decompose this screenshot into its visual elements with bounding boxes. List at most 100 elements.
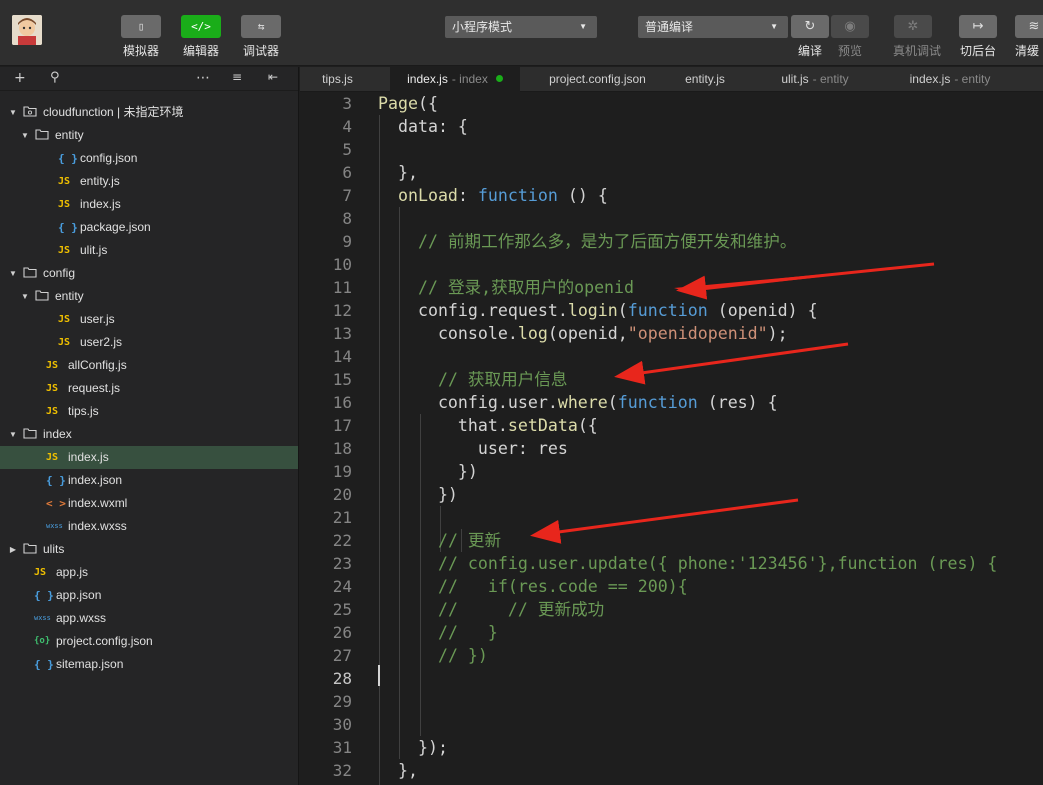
tab-project-config-json[interactable]: project.config.json — [525, 67, 670, 92]
cfg-file-icon: {o} — [34, 636, 51, 646]
tab-index-js[interactable]: index.js - index — [390, 67, 520, 92]
chevron-down-icon[interactable]: ▼ — [8, 262, 18, 285]
add-icon[interactable]: + — [14, 70, 26, 86]
code-line: // 前期工作那么多，是为了后面方便开发和维护。 — [417, 232, 797, 251]
tree-item[interactable]: JS allConfig.js — [0, 354, 298, 377]
compile-select[interactable]: 普通编译 ▼ — [638, 16, 788, 38]
tree-item-label: index — [43, 427, 72, 441]
code-editor[interactable]: 3 4 5 6 7 8 9 10 11 12 13 14 15 16 17 18 19 20 21 22 23 24 25 2… — [300, 92, 1043, 785]
code-line: that.setData({ — [378, 416, 598, 435]
more-icon[interactable]: ⋯ — [196, 70, 210, 86]
tree-item[interactable]: { } index.json — [0, 469, 298, 492]
clear-cache-label: 清缓 — [1015, 44, 1040, 58]
tree-item[interactable]: ▼ cloudfunction | 未指定环境 — [0, 101, 298, 124]
tree-item[interactable]: { } app.json — [0, 584, 298, 607]
exit-arrow-icon: ↦ — [959, 15, 997, 38]
remote-debug-button[interactable]: ✲ 真机调试 — [893, 15, 941, 59]
js-file-icon: JS — [58, 314, 71, 325]
tree-item[interactable]: JS user.js — [0, 308, 298, 331]
line-number: 6 — [342, 163, 352, 182]
tree-item[interactable]: ▼ entity — [0, 124, 298, 147]
compile-button[interactable]: ↻ 编译 — [790, 15, 830, 59]
code-line: // }) — [437, 646, 488, 665]
line-number: 31 — [332, 738, 352, 757]
outline-icon[interactable]: ≡ — [232, 70, 242, 84]
line-number: 3 — [342, 94, 352, 113]
tree-item-label: entity — [55, 128, 84, 142]
tree-item[interactable]: JS user2.js — [0, 331, 298, 354]
code-line: // 更新 — [437, 531, 502, 550]
tree-item-label: entity — [55, 289, 84, 303]
chevron-down-icon[interactable]: ▼ — [8, 101, 18, 124]
js-file-icon: JS — [58, 245, 71, 256]
tree-item[interactable]: { } package.json — [0, 216, 298, 239]
tab-label: ulit.js — [781, 72, 809, 86]
tree-item[interactable]: JS entity.js — [0, 170, 298, 193]
background-button[interactable]: ↦ 切后台 — [958, 15, 998, 59]
chevron-down-icon[interactable]: ▼ — [20, 285, 30, 308]
tab-ulit-js[interactable]: ulit.js - entity — [755, 67, 875, 92]
file-tree: ▼ cloudfunction | 未指定环境 ▼ entity { } config.j… — [0, 91, 298, 676]
tree-item[interactable]: ▼ config — [0, 262, 298, 285]
tree-item-label: sitemap.json — [56, 657, 124, 671]
tab-hint: - entity — [812, 72, 849, 86]
tree-item-label: entity.js — [80, 174, 120, 188]
debugger-button[interactable]: ⇆ 调试器 — [239, 15, 283, 59]
line-number: 13 — [332, 324, 352, 343]
preview-button[interactable]: ◉ 预览 — [830, 15, 870, 59]
search-icon[interactable]: ⚲ — [50, 70, 60, 85]
eye-icon: ◉ — [831, 15, 869, 38]
collapse-icon[interactable]: ⇤ — [268, 70, 278, 84]
tree-item[interactable]: {o} project.config.json — [0, 630, 298, 653]
mode-select[interactable]: 小程序模式 ▼ — [445, 16, 597, 38]
line-number: 21 — [332, 508, 352, 527]
sliders-icon: ⇆ — [241, 15, 281, 38]
js-file-icon: JS — [46, 406, 59, 417]
tree-item[interactable]: JS index.js — [0, 446, 298, 469]
tree-item[interactable]: JS ulit.js — [0, 239, 298, 262]
tree-item[interactable]: ▼ index — [0, 423, 298, 446]
tree-item-label: cloudfunction | 未指定环境 — [43, 105, 184, 119]
unsaved-dot-icon[interactable] — [495, 75, 503, 82]
tree-item[interactable]: ▶ ulits — [0, 538, 298, 561]
js-file-icon: JS — [46, 452, 59, 463]
code-line: // } — [437, 623, 498, 642]
js-file-icon: JS — [46, 360, 59, 371]
tab-label: index.js — [407, 72, 448, 86]
top-toolbar: ▯ 模拟器 </> 编辑器 ⇆ 调试器 小程序模式 ▼ 普通编译 ▼ ↻ 编译 … — [0, 0, 1043, 66]
tree-item[interactable]: wxss app.wxss — [0, 607, 298, 630]
chevron-right-icon[interactable]: ▶ — [8, 538, 18, 561]
tree-item-label: allConfig.js — [68, 358, 127, 372]
line-number: 25 — [332, 600, 352, 619]
line-number: 27 — [332, 646, 352, 665]
tab-entity-js[interactable]: entity.js — [670, 67, 740, 92]
tree-item[interactable]: { } config.json — [0, 147, 298, 170]
editor-button[interactable]: </> 编辑器 — [179, 15, 223, 59]
tab-tips-js[interactable]: tips.js — [300, 67, 375, 92]
line-number: 22 — [332, 531, 352, 550]
tree-item[interactable]: { } sitemap.json — [0, 653, 298, 676]
tree-item[interactable]: JS app.js — [0, 561, 298, 584]
tree-item-label: index.js — [80, 197, 121, 211]
clear-cache-button[interactable]: ≋ 清缓 — [1015, 15, 1043, 59]
tree-item[interactable]: JS request.js — [0, 377, 298, 400]
folder-open-icon — [23, 423, 37, 446]
tab-index-js[interactable]: index.js - entity — [880, 67, 1020, 92]
tree-item-label: index.js — [68, 450, 109, 464]
tree-item[interactable]: JS index.js — [0, 193, 298, 216]
chevron-down-icon[interactable]: ▼ — [20, 124, 30, 147]
explorer-toolbar: + ⚲ ⋯ ≡ ⇤ — [0, 67, 298, 91]
chevron-down-icon[interactable]: ▼ — [8, 423, 18, 446]
tree-item[interactable]: ▼ entity — [0, 285, 298, 308]
simulator-button[interactable]: ▯ 模拟器 — [119, 15, 163, 59]
tree-item[interactable]: wxss index.wxss — [0, 515, 298, 538]
tree-item[interactable]: JS tips.js — [0, 400, 298, 423]
user-avatar[interactable] — [12, 15, 42, 45]
tree-item[interactable]: < > index.wxml — [0, 492, 298, 515]
code-line: config.request.login(function (openid) { — [378, 301, 818, 320]
tree-item-label: app.wxss — [56, 611, 107, 625]
